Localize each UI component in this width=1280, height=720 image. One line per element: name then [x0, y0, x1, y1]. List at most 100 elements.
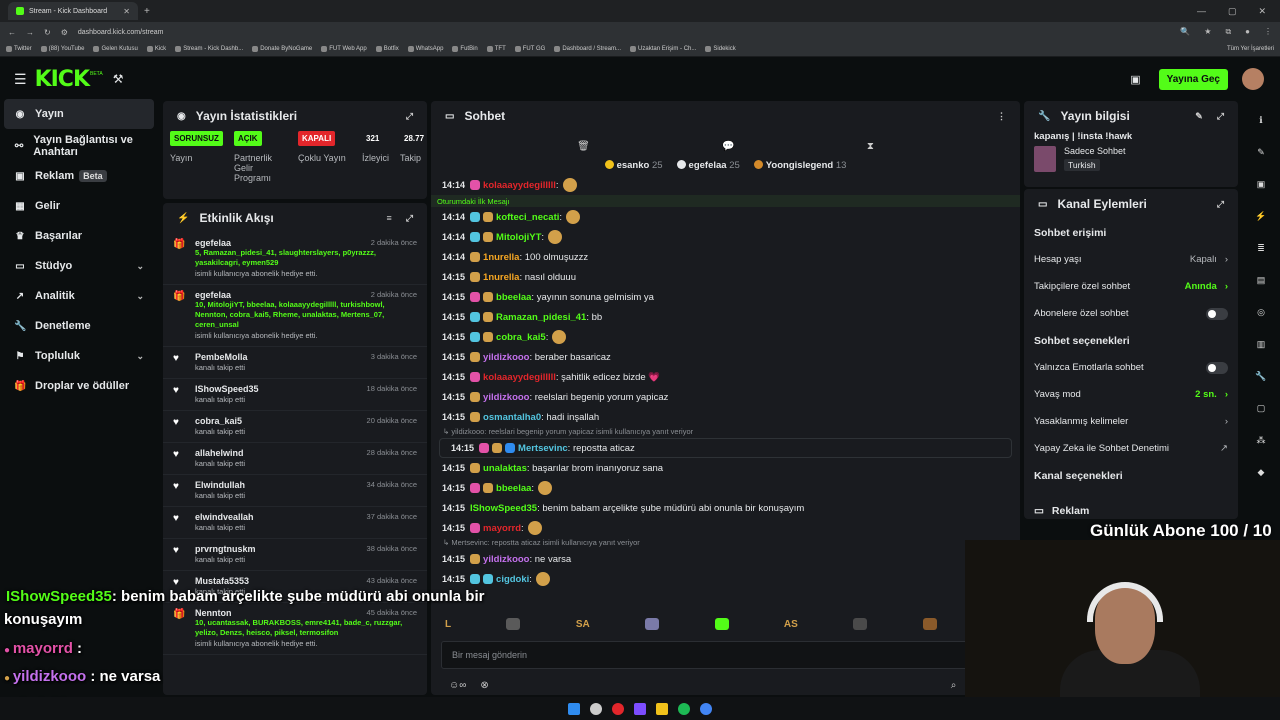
chevron-down-icon[interactable]: ⌄	[136, 291, 144, 302]
toggle-switch[interactable]	[1206, 361, 1228, 374]
sidebar-item-0[interactable]: ◉ Yayın	[4, 99, 154, 129]
sidebar-item-1[interactable]: ⚯ Yayın Bağlantısı ve Anahtarı	[0, 131, 158, 161]
message-username[interactable]: cobra_kai5	[496, 332, 546, 343]
bookmark-item[interactable]: Twitter	[6, 46, 32, 52]
forward-icon[interactable]: →	[26, 28, 34, 37]
search-icon[interactable]	[590, 702, 602, 715]
chat-message[interactable]: 14:14 MitolojiYT:	[431, 227, 1020, 247]
chat-message[interactable]: 14:15 cobra_kai5:	[431, 327, 1020, 347]
message-username[interactable]: bbeelaa	[496, 292, 531, 303]
emote-icon[interactable]	[714, 618, 729, 630]
extensions-icon[interactable]: ⧉	[1225, 27, 1231, 37]
bookmark-item[interactable]: (88) YouTube	[40, 46, 84, 52]
activity-username[interactable]: cobra_kai5	[195, 416, 242, 426]
emote-icon[interactable]	[853, 618, 868, 630]
bookmark-item[interactable]: WhatsApp	[407, 46, 443, 52]
chat-message[interactable]: 14:15 yildizkooo: beraber basaricaz	[431, 347, 1020, 367]
message-username[interactable]: Mertsevinc	[518, 443, 568, 454]
setting-row[interactable]: Yasaklanmış kelimeler ›	[1024, 408, 1238, 435]
bookmark-star-icon[interactable]: ★	[1204, 27, 1211, 37]
bookmark-item[interactable]: FUT Web App	[321, 46, 367, 52]
chat-message[interactable]: 14:15 bbeelaa:	[431, 478, 1020, 498]
list-icon[interactable]: ≣	[1250, 237, 1272, 259]
reload-icon[interactable]: ↻	[44, 28, 51, 37]
expand-icon[interactable]: ⤢	[406, 111, 413, 122]
chevron-right-icon[interactable]: ›	[1225, 281, 1228, 292]
message-username[interactable]: mayorrd	[483, 523, 521, 534]
lightning-icon[interactable]: ⚡	[1250, 205, 1272, 227]
hamburger-menu-icon[interactable]: ☰	[14, 71, 27, 88]
bookmark-item[interactable]: FutBin	[452, 46, 478, 52]
message-username[interactable]: Ramazan_pidesi_41	[496, 312, 586, 323]
filter-icon[interactable]: ≡	[387, 213, 392, 224]
setting-row[interactable]: Yapay Zeka ile Sohbet Denetimi ↗	[1024, 435, 1238, 462]
sidebar-item-7[interactable]: 🔧 Denetleme	[0, 311, 158, 341]
message-username[interactable]: yildizkooo	[483, 352, 529, 363]
message-username[interactable]: cigdoki	[496, 574, 529, 585]
sidebar-item-8[interactable]: ⚑ Topluluk ⌄	[0, 341, 158, 371]
activity-user[interactable]: prvrngtnuskm 38 dakika önce	[195, 544, 417, 554]
chat-message[interactable]: 14:15 unalaktas: başarılar brom inanıyoru…	[431, 458, 1020, 478]
sidebar-item-4[interactable]: ♛ Başarılar	[0, 221, 158, 251]
edit-icon[interactable]: ✎	[1195, 111, 1203, 122]
more-options-icon[interactable]: ⋮	[997, 111, 1006, 122]
window-icon[interactable]: ▢	[1250, 397, 1272, 419]
chevron-right-icon[interactable]: ›	[1225, 254, 1228, 265]
chevron-down-icon[interactable]: ⌄	[136, 351, 144, 362]
setting-row[interactable]: Yavaş mod 2 sn. ›	[1024, 381, 1238, 408]
chat-message[interactable]: 14:15 1nurella: nasıl olduuu	[431, 267, 1020, 287]
chevron-right-icon[interactable]: ›	[1225, 389, 1228, 400]
emote-icon[interactable]	[645, 618, 660, 630]
emote-icon[interactable]	[922, 618, 937, 630]
chrome-icon[interactable]	[700, 702, 712, 715]
tools-icon[interactable]: ⚒	[113, 72, 124, 86]
sidebar-item-6[interactable]: ↗ Analitik ⌄	[0, 281, 158, 311]
all-bookmarks[interactable]: Tüm Yer İşaretleri	[1227, 46, 1274, 52]
windows-start-icon[interactable]	[568, 702, 580, 715]
hourglass-icon[interactable]: ⧗	[867, 141, 874, 152]
chat-message[interactable]: 14:15 mayorrd:	[431, 518, 1020, 538]
message-username[interactable]: yildizkooo	[483, 392, 529, 403]
expand-icon[interactable]: ⤢	[1217, 111, 1224, 122]
activity-user[interactable]: egefelaa 2 dakika önce	[195, 290, 417, 300]
new-tab-icon[interactable]: +	[144, 6, 150, 17]
leaderboard-entry[interactable]: esanko 25	[604, 159, 663, 171]
sidebar-item-2[interactable]: ▣ Reklam Beta	[0, 161, 158, 191]
bookmark-item[interactable]: Botfix	[375, 46, 399, 52]
chat-message[interactable]: 14:14 kofteci_necati:	[431, 207, 1020, 227]
browser-tab[interactable]: Stream - Kick Dashboard ✕	[8, 2, 138, 20]
tag-icon[interactable]: ◆	[1250, 461, 1272, 483]
setting-row[interactable]: Abonelere özel sohbet	[1024, 300, 1238, 327]
chat-message[interactable]: 14:15 bbeelaa: yayının sonuna gelmisim ya	[431, 287, 1020, 307]
message-username[interactable]: unalaktas	[483, 463, 527, 474]
menu-icon[interactable]: ⋮	[1264, 27, 1272, 37]
chat-message[interactable]: 14:14 1nurella: 100 olmuşuzzz	[431, 247, 1020, 267]
activity-username[interactable]: PembeMolla	[195, 352, 248, 362]
activity-user[interactable]: egefelaa 2 dakika önce	[195, 238, 417, 248]
kick-logo[interactable]: KICK	[35, 67, 90, 92]
folder-icon[interactable]	[656, 702, 668, 715]
activity-user[interactable]: elwindveallah 37 dakika önce	[195, 512, 417, 522]
chat-bubble-icon[interactable]: 💬	[722, 141, 734, 152]
activity-user[interactable]: allahelwind 28 dakika önce	[195, 448, 417, 458]
chat-message[interactable]: 14:15 Mertsevinc: repostta aticaz	[439, 438, 1012, 458]
app-icon[interactable]	[612, 702, 624, 715]
message-username[interactable]: kolaaayydegilllll	[483, 180, 556, 191]
minimize-icon[interactable]: —	[1197, 6, 1206, 17]
bookmark-item[interactable]: TFT	[486, 46, 506, 52]
maximize-icon[interactable]: ▢	[1228, 6, 1237, 17]
community-icon[interactable]: ⁂	[1250, 429, 1272, 451]
bookmark-item[interactable]: Gelen Kutusu	[93, 46, 138, 52]
bookmark-item[interactable]: FUT GG	[514, 46, 545, 52]
activity-username[interactable]: IShowSpeed35	[195, 384, 259, 394]
emote-icon[interactable]: AS	[784, 619, 798, 630]
message-username[interactable]: yildizkooo	[483, 554, 529, 565]
bookmark-item[interactable]: Dashboard / Stream...	[554, 46, 621, 52]
activity-username[interactable]: egefelaa	[195, 290, 231, 300]
wrench-icon[interactable]: 🔧	[1250, 365, 1272, 387]
spotify-icon[interactable]	[678, 702, 690, 715]
stats-icon[interactable]: ▥	[1250, 333, 1272, 355]
mode-toggle-icon[interactable]: ▣	[1130, 73, 1140, 86]
toggle-switch[interactable]	[1206, 307, 1228, 320]
setting-row[interactable]: Takipçilere özel sohbet Anında ›	[1024, 273, 1238, 300]
